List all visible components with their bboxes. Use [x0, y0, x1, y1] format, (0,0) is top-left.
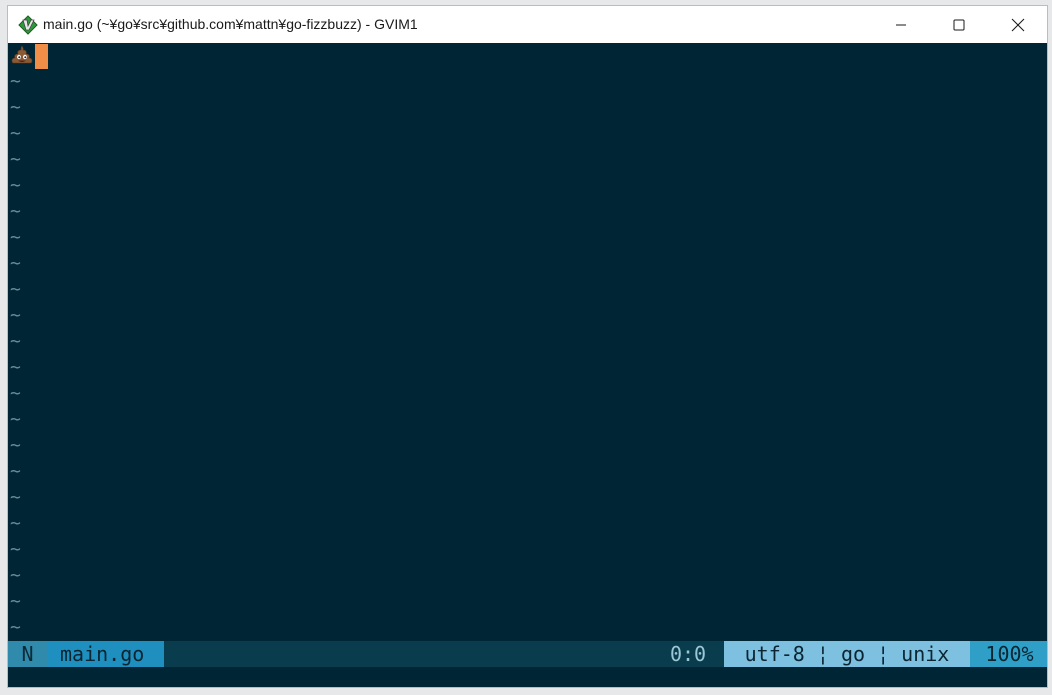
status-line: N main.go 0:0 utf-8 ¦ go ¦ unix 100%	[8, 641, 1047, 667]
maximize-icon	[953, 19, 965, 30]
empty-line-marker: ~	[10, 591, 21, 612]
minimize-button[interactable]	[872, 6, 930, 43]
empty-line-marker: ~	[10, 305, 21, 326]
close-button[interactable]	[989, 6, 1047, 43]
empty-line-marker: ~	[10, 149, 21, 170]
close-icon	[1011, 18, 1025, 31]
window-title: main.go (~¥go¥src¥github.com¥mattn¥go-fi…	[43, 16, 418, 32]
mode-indicator: N	[8, 641, 47, 667]
filename-label: main.go	[47, 641, 164, 667]
pile-of-poo-emoji	[11, 45, 33, 64]
file-info: utf-8 ¦ go ¦ unix	[724, 641, 970, 667]
empty-line-marker: ~	[10, 175, 21, 196]
title-bar[interactable]: main.go (~¥go¥src¥github.com¥mattn¥go-fi…	[8, 6, 1047, 43]
empty-line-marker: ~	[10, 513, 21, 534]
maximize-button[interactable]	[930, 6, 988, 43]
empty-line-marker: ~	[10, 253, 21, 274]
editor-area[interactable]: ~ ~ ~ ~ ~ ~ ~ ~ ~ ~ ~ ~ ~ ~ ~ ~ ~ ~ ~ ~ ~ ~	[8, 43, 1047, 641]
empty-line-marker: ~	[10, 409, 21, 430]
empty-line-marker: ~	[10, 201, 21, 222]
empty-line-marker: ~	[10, 617, 21, 638]
gvim-window: main.go (~¥go¥src¥github.com¥mattn¥go-fi…	[7, 5, 1048, 688]
empty-line-marker: ~	[10, 357, 21, 378]
empty-line-marker: ~	[10, 565, 21, 586]
empty-line-marker: ~	[10, 71, 21, 92]
empty-line-marker: ~	[10, 331, 21, 352]
text-cursor	[35, 44, 48, 69]
empty-line-marker: ~	[10, 461, 21, 482]
cursor-position: 0:0	[669, 642, 707, 666]
empty-line-marker: ~	[10, 383, 21, 404]
empty-line-marker: ~	[10, 227, 21, 248]
empty-line-marker: ~	[10, 279, 21, 300]
empty-line-marker: ~	[10, 435, 21, 456]
empty-line-marker: ~	[10, 487, 21, 508]
minimize-icon	[896, 24, 906, 25]
empty-line-marker: ~	[10, 123, 21, 144]
empty-line-marker: ~	[10, 97, 21, 118]
empty-line-marker: ~	[10, 539, 21, 560]
vim-icon	[18, 15, 38, 35]
scroll-percent: 100%	[970, 641, 1047, 667]
command-line[interactable]	[8, 667, 1047, 687]
